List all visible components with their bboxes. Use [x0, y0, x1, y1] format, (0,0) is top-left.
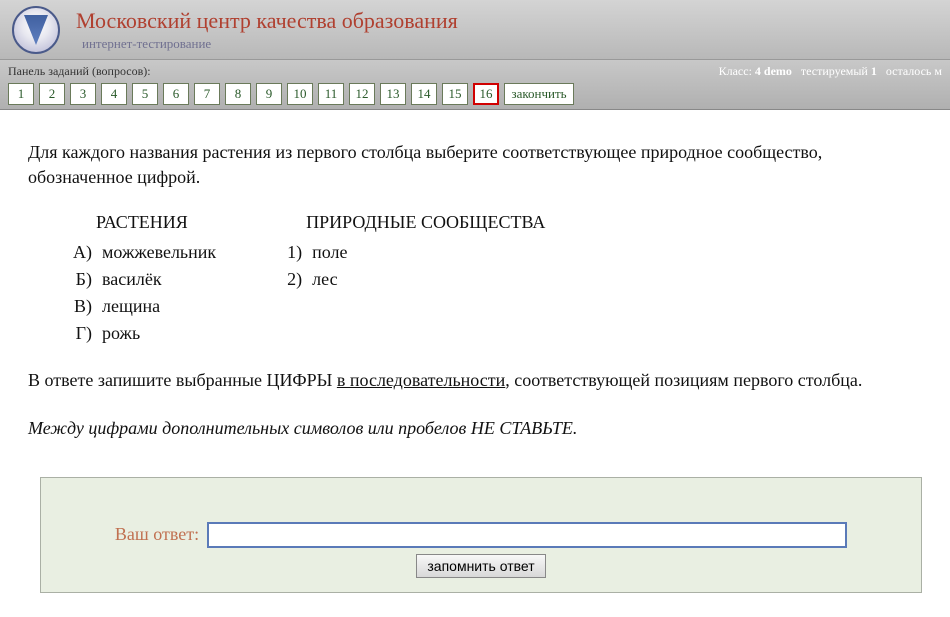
remember-button[interactable]: запомнить ответ — [416, 554, 545, 578]
note-text: Между цифрами дополнительных символов ил… — [28, 416, 922, 441]
task-button-13[interactable]: 13 — [380, 83, 406, 105]
panel-status: Класс: 4 demo тестируемый 1 осталось м — [713, 64, 942, 79]
task-button-7[interactable]: 7 — [194, 83, 220, 105]
left-item: Г)рожь — [66, 321, 216, 346]
task-button-3[interactable]: 3 — [70, 83, 96, 105]
right-header: ПРИРОДНЫЕ СООБЩЕСТВА — [306, 210, 545, 235]
logo-icon — [12, 6, 60, 54]
class-value: 4 demo — [755, 64, 792, 78]
left-item: В)лещина — [66, 294, 216, 319]
answer-input[interactable] — [207, 522, 847, 548]
left-item: А)можжевельник — [66, 240, 216, 265]
task-button-15[interactable]: 15 — [442, 83, 468, 105]
right-column: ПРИРОДНЫЕ СООБЩЕСТВА 1)поле2)лес — [276, 210, 545, 348]
task-button-4[interactable]: 4 — [101, 83, 127, 105]
question-intro: Для каждого названия растения из первого… — [28, 140, 922, 190]
match-table: РАСТЕНИЯ А)можжевельникБ)василёкВ)лещина… — [66, 210, 922, 348]
task-button-16[interactable]: 16 — [473, 83, 499, 105]
task-button-1[interactable]: 1 — [8, 83, 34, 105]
app-header: Московский центр качества образования ин… — [0, 0, 950, 60]
left-column: РАСТЕНИЯ А)можжевельникБ)василёкВ)лещина… — [66, 210, 216, 348]
left-item: Б)василёк — [66, 267, 216, 292]
answer-panel: Ваш ответ: запомнить ответ — [40, 477, 922, 593]
left-header: РАСТЕНИЯ — [96, 210, 216, 235]
question-content: Для каждого названия растения из первого… — [0, 110, 950, 451]
user-label: тестируемый — [801, 64, 868, 78]
instruction-text: В ответе запишите выбранные ЦИФРЫ в посл… — [28, 368, 922, 393]
task-button-8[interactable]: 8 — [225, 83, 251, 105]
right-item: 2)лес — [276, 267, 545, 292]
task-panel: Панель заданий (вопросов): Класс: 4 demo… — [0, 60, 950, 110]
class-label: Класс: — [719, 64, 752, 78]
user-value: 1 — [871, 64, 877, 78]
page-title: Московский центр качества образования — [76, 8, 458, 34]
task-button-11[interactable]: 11 — [318, 83, 344, 105]
answer-label: Ваш ответ: — [115, 524, 199, 545]
page-subtitle: интернет-тестирование — [82, 36, 458, 52]
task-button-9[interactable]: 9 — [256, 83, 282, 105]
right-item: 1)поле — [276, 240, 545, 265]
task-button-14[interactable]: 14 — [411, 83, 437, 105]
task-buttons-row: 12345678910111213141516закончить — [8, 83, 942, 105]
task-button-10[interactable]: 10 — [287, 83, 313, 105]
finish-button[interactable]: закончить — [504, 83, 574, 105]
header-text: Московский центр качества образования ин… — [76, 8, 458, 52]
task-button-5[interactable]: 5 — [132, 83, 158, 105]
task-button-6[interactable]: 6 — [163, 83, 189, 105]
remaining-label: осталось м — [886, 64, 942, 78]
task-button-2[interactable]: 2 — [39, 83, 65, 105]
task-button-12[interactable]: 12 — [349, 83, 375, 105]
